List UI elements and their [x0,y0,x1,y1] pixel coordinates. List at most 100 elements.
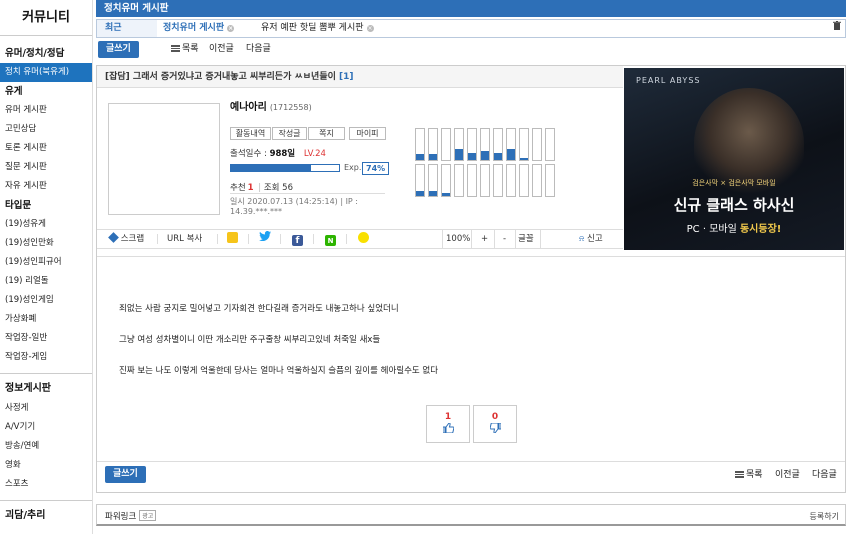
board-title[interactable]: 정치유머 게시판 [104,3,169,14]
divider [248,234,249,244]
thumbs-up-icon [427,422,469,436]
sidebar-item[interactable]: (19)성유게 [0,215,92,234]
sidebar-item[interactable]: 사정게 [0,399,92,418]
downvote-button[interactable]: 0 [473,405,517,443]
scrap-button[interactable]: 스크랩 [108,230,144,248]
author-id: (1712558) [269,103,312,112]
facebook-share-icon[interactable]: f [292,230,303,248]
activity-bar [532,164,542,197]
close-icon[interactable]: × [366,25,374,32]
recent-chip-deal-board[interactable]: 유저 예판 핫딜 뽐뿌 게시판 × [261,20,374,37]
kakaostory-share-icon[interactable] [227,230,238,248]
report-button[interactable]: ⍾ 신고 [579,230,603,248]
list-icon [735,471,744,478]
sidebar-brand[interactable]: 커뮤니티 [0,0,92,36]
view-count: 조회 56 [263,183,294,193]
sidebar-item[interactable]: 자유 게시판 [0,177,92,196]
activity-button[interactable]: 활동내역 [230,127,271,140]
message-button[interactable]: 쪽지 [308,127,345,140]
activity-bar [532,128,542,161]
divider [157,234,158,244]
upvote-button[interactable]: 1 [426,405,470,443]
activity-bar [454,164,464,197]
exp-label: Exp. [344,163,362,172]
write-button-bottom[interactable]: 글쓰기 [105,466,146,483]
author-avatar[interactable] [108,103,220,215]
activity-bar-fill [429,154,437,160]
activity-bar [480,164,490,197]
sidebar-group-title[interactable]: 괴담/추리 [0,500,92,526]
divider [346,234,347,244]
activity-bar [493,164,503,197]
next-post-link-top[interactable]: 다음글 [246,41,271,58]
sidebar-item[interactable]: 가상화폐 [0,310,92,329]
post-subject: [잡담] 그래서 증거있냐고 증거내놓고 씨부리든가 ㅆㅂ년들이 [1] [97,66,623,88]
power-link-bar: 파워링크 광고 등록하기 [96,504,846,526]
prev-post-link-top[interactable]: 이전글 [209,41,234,58]
sidebar-item[interactable]: 질문 게시판 [0,158,92,177]
next-post-link-bottom[interactable]: 다음글 [812,467,837,484]
activity-bar [480,128,490,161]
content-divider [97,256,845,257]
divider [217,234,218,244]
post-paragraph: 진짜 보는 나도 이렇게 억울한데 당사는 얼마나 억울하실지 슬픔의 깊이를 … [119,366,439,376]
list-link-bottom[interactable]: 목록 [735,467,763,484]
sidebar-item[interactable]: 작업장-일반 [0,329,92,348]
sidebar-group-title[interactable]: 정보게시판 [0,373,92,399]
list-label: 목록 [182,44,199,54]
attendance-label: 출석일수 : [230,149,267,159]
comment-count[interactable]: [1] [339,72,354,82]
sidebar-item[interactable]: (19)성인게임 [0,291,92,310]
activity-bar-fill [442,193,450,196]
zoom-out-button[interactable]: - [503,230,506,248]
sidebar-group-title[interactable]: 유머/정치/정담 [0,44,92,63]
sidebar-item[interactable]: 스포츠 [0,475,92,494]
nickname-text: 예나아리 [230,102,267,113]
posts-button[interactable]: 작성글 [272,127,307,140]
author-nickname[interactable]: 예나아리 (1712558) [230,98,312,113]
sidebar-item[interactable]: 고민상담 [0,120,92,139]
sidebar-item[interactable]: A/V기기 [0,418,92,437]
close-icon[interactable]: × [227,25,235,32]
sidebar-item[interactable]: (19) 리얼돌 [0,272,92,291]
prev-post-link-bottom[interactable]: 이전글 [775,467,800,484]
recent-chip-political-humor[interactable]: 정치유머 게시판 × [163,20,235,37]
sidebar-item[interactable]: 작업장-게임 [0,348,92,367]
bottom-divider [97,461,845,462]
post-view: [잡담] 그래서 증거있냐고 증거내놓고 씨부리든가 ㅆㅂ년들이 [1] 예나아… [96,65,846,493]
mypi-button[interactable]: 마이피 [349,127,386,140]
naver-share-icon[interactable]: N [325,230,336,248]
register-link[interactable]: 등록하기 [810,511,839,522]
sidebar-item[interactable]: 영화 [0,456,92,475]
font-button[interactable]: 글꼴 [518,230,534,248]
write-button-top[interactable]: 글쓰기 [98,41,139,58]
thumbs-down-icon [474,422,516,436]
sidebar-item[interactable]: 정치 유머(북유게) [0,63,92,82]
sidebar-item[interactable]: (19)성인만화 [0,234,92,253]
sidebar-item[interactable]: 방송/연예 [0,437,92,456]
banner-ad[interactable]: PEARL ABYSS 검은사막 × 검은사막 모바일 신규 클래스 하사신 P… [624,68,844,250]
exp-progress-fill [231,165,311,171]
bell-icon: ⍾ [579,234,585,243]
sidebar-item[interactable]: 토론 게시판 [0,139,92,158]
list-link-top[interactable]: 목록 [171,41,199,58]
trash-icon[interactable] [833,21,841,33]
kakaotalk-share-icon[interactable] [358,230,369,248]
sidebar-item[interactable]: 유머 게시판 [0,101,92,120]
activity-bar [415,128,425,161]
exp-percent: 74% [362,162,390,175]
activity-bar-fill [429,191,437,196]
report-label: 신고 [587,234,603,244]
zoom-in-button[interactable]: + [481,230,488,248]
activity-bar [467,128,477,161]
sidebar-group-title[interactable]: 타입문 [0,196,92,215]
attendance-value: 988일 [269,149,296,159]
sidebar-item[interactable]: (19)성인피규어 [0,253,92,272]
activity-bar [415,164,425,197]
twitter-share-icon[interactable] [259,230,271,248]
url-copy-button[interactable]: URL 복사 [167,230,202,248]
sidebar-group-title[interactable]: 유게 [0,82,92,101]
ad-tag: 광고 [139,510,157,521]
attendance: 출석일수 : 988일 LV.24 [230,147,326,159]
ad-subtitle: 검은사막 × 검은사막 모바일 [692,179,776,187]
